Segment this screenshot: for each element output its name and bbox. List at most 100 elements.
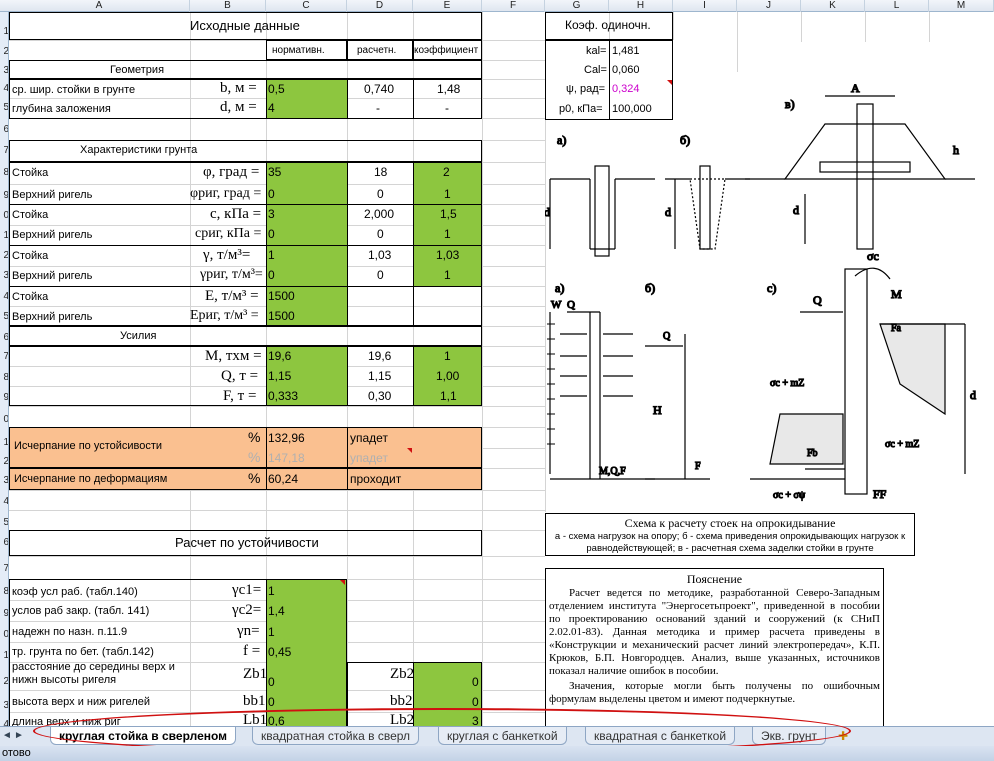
row-header[interactable]: 2 — [0, 456, 8, 468]
row-header[interactable]: 0 — [0, 414, 8, 426]
soil-row-norm[interactable]: 1500 — [268, 290, 295, 302]
soil-row-norm[interactable]: 3 — [268, 208, 275, 220]
row-header[interactable]: 3 — [0, 475, 8, 487]
soil-row-calc[interactable]: 0 — [377, 269, 384, 281]
soil-row-coef[interactable]: 1 — [444, 269, 451, 281]
row-header[interactable]: 7 — [0, 145, 8, 157]
geom-width-calc[interactable]: 0,740 — [364, 83, 394, 95]
col-e-header[interactable]: E — [413, 0, 482, 12]
row-header[interactable]: 8 — [0, 167, 8, 179]
soil-row-norm[interactable]: 1500 — [268, 310, 295, 322]
bb2-value[interactable]: 0 — [472, 696, 479, 708]
row-header[interactable]: 9 — [0, 392, 8, 404]
row-header[interactable]: 8 — [0, 586, 8, 598]
soil-row-coef[interactable]: 1 — [444, 188, 451, 200]
soil-row-norm[interactable]: 1 — [268, 249, 275, 261]
calc-row-value[interactable]: 1,4 — [268, 605, 285, 617]
row-header[interactable]: 8 — [0, 372, 8, 384]
force-norm[interactable]: 19,6 — [268, 350, 291, 362]
calc-row-value[interactable]: 1 — [268, 626, 275, 638]
soil-row-calc[interactable]: 0 — [377, 188, 384, 200]
row-header[interactable]: 3 — [0, 65, 8, 77]
row-header[interactable]: 0 — [0, 210, 8, 222]
geom-width-norm[interactable]: 0,5 — [268, 83, 285, 95]
zb2-value[interactable]: 0 — [472, 676, 479, 688]
comment-marker-icon[interactable] — [340, 580, 345, 585]
row-header[interactable]: 6 — [0, 124, 8, 136]
stability-status[interactable]: упадет — [350, 432, 388, 444]
row-header[interactable]: 4 — [0, 83, 8, 95]
geom-width-coef[interactable]: 1,48 — [437, 83, 460, 95]
soil-row-calc[interactable]: 18 — [374, 166, 387, 178]
row-header[interactable]: 9 — [0, 608, 8, 620]
row-header[interactable]: 1 — [0, 26, 8, 38]
soil-row-coef[interactable]: 1,5 — [440, 208, 457, 220]
row-header[interactable]: 5 — [0, 517, 8, 529]
col-i-header[interactable]: I — [673, 0, 737, 12]
soil-row-coef[interactable]: 1 — [444, 228, 451, 240]
soil-row-coef[interactable]: 2 — [443, 166, 450, 178]
force-calc[interactable]: 0,30 — [368, 390, 391, 402]
col-j-header[interactable]: J — [737, 0, 801, 12]
force-coef[interactable]: 1,1 — [440, 390, 457, 402]
comment-marker-icon[interactable] — [407, 448, 412, 453]
geom-depth-coef[interactable]: - — [445, 102, 449, 114]
deformation-status[interactable]: проходит — [350, 473, 401, 485]
force-calc[interactable]: 19,6 — [368, 350, 391, 362]
soil-row-norm[interactable]: 35 — [268, 166, 281, 178]
bb1-value[interactable]: 0 — [268, 696, 275, 708]
force-calc[interactable]: 1,15 — [368, 370, 391, 382]
soil-row-calc[interactable]: 0 — [377, 228, 384, 240]
col-b-header[interactable]: B — [190, 0, 266, 12]
tab-nav-next-icon[interactable]: ► — [14, 730, 24, 741]
col-a-header[interactable]: A — [9, 0, 190, 12]
col-m-header[interactable]: M — [929, 0, 994, 12]
soil-row-norm[interactable]: 0 — [268, 188, 275, 200]
row-header[interactable]: 1 — [0, 230, 8, 242]
col-h-header[interactable]: H — [609, 0, 673, 12]
stability-value[interactable]: 132,96 — [268, 432, 305, 444]
soil-row-norm[interactable]: 0 — [268, 269, 275, 281]
force-coef[interactable]: 1 — [444, 350, 451, 362]
soil-row-coef[interactable]: 1,03 — [436, 249, 459, 261]
zb1-value[interactable]: 0 — [268, 676, 275, 688]
row-header[interactable]: 9 — [0, 190, 8, 202]
soil-row-calc[interactable]: 2,000 — [364, 208, 394, 220]
col-g-header[interactable]: G — [545, 0, 609, 12]
row-header[interactable]: 6 — [0, 332, 8, 344]
row-header[interactable]: 2 — [0, 250, 8, 262]
row-header[interactable]: 1 — [0, 437, 8, 449]
row-header[interactable]: 5 — [0, 311, 8, 323]
deformation-value[interactable]: 60,24 — [268, 473, 298, 485]
calc-row-value[interactable]: 1 — [268, 585, 275, 597]
stability-value-alt[interactable]: 147,18 — [268, 452, 305, 464]
tab-nav-first-icon[interactable]: ◄ — [2, 730, 12, 741]
col-c-header[interactable]: C — [266, 0, 347, 12]
row-header[interactable]: 0 — [0, 629, 8, 641]
row-header[interactable]: 5 — [0, 102, 8, 114]
row-header[interactable]: 4 — [0, 291, 8, 303]
coef-value[interactable]: 1,481 — [612, 46, 640, 57]
row-header[interactable]: 7 — [0, 351, 8, 363]
force-norm[interactable]: 0,333 — [268, 390, 298, 402]
calc-row-value[interactable]: 0,45 — [268, 646, 291, 658]
col-f-header[interactable]: F — [482, 0, 545, 12]
row-header[interactable]: 3 — [0, 270, 8, 282]
geom-depth-norm[interactable]: 4 — [268, 102, 275, 114]
soil-row-norm[interactable]: 0 — [268, 228, 275, 240]
row-header[interactable]: 3 — [0, 700, 8, 712]
row-header[interactable]: 2 — [0, 676, 8, 688]
coef-value[interactable]: 0,060 — [612, 65, 640, 76]
row-header[interactable]: 7 — [0, 563, 8, 575]
row-header[interactable]: 4 — [0, 496, 8, 508]
force-norm[interactable]: 1,15 — [268, 370, 291, 382]
col-k-header[interactable]: K — [801, 0, 865, 12]
soil-row-calc[interactable]: 1,03 — [368, 249, 391, 261]
stability-status-alt[interactable]: упадет — [350, 452, 388, 464]
force-coef[interactable]: 1,00 — [436, 370, 459, 382]
col-d-header[interactable]: D — [347, 0, 413, 12]
row-header[interactable]: 6 — [0, 537, 8, 549]
col-l-header[interactable]: L — [865, 0, 929, 12]
row-header[interactable]: 1 — [0, 650, 8, 662]
row-header[interactable]: 2 — [0, 46, 8, 58]
